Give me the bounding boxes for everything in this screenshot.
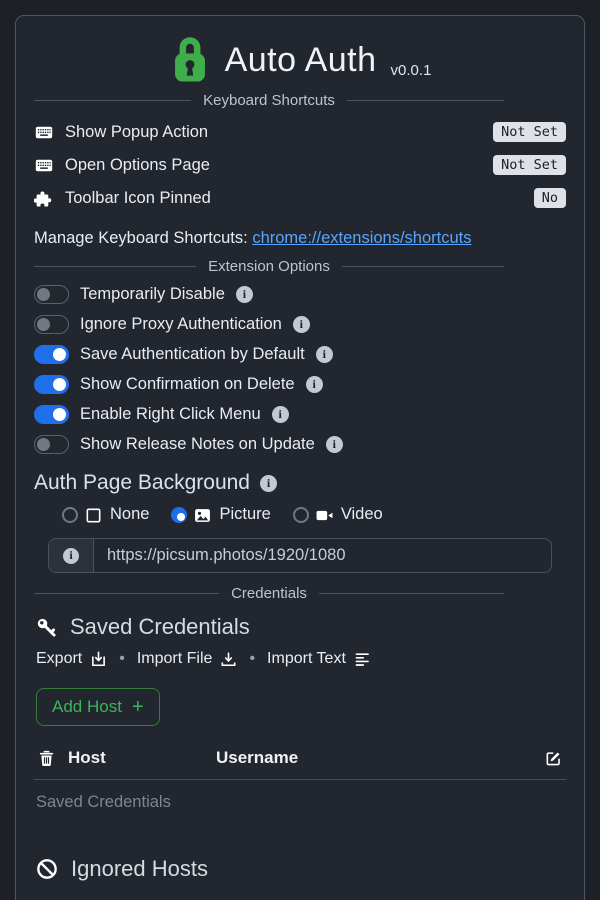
- info-icon[interactable]: i: [293, 316, 310, 333]
- saved-credentials-title: Saved Credentials: [70, 614, 250, 640]
- edit-icon[interactable]: [545, 749, 562, 767]
- lock-icon: [169, 34, 211, 86]
- shortcut-value-badge: Not Set: [493, 155, 566, 175]
- option-label: Show Release Notes on Update: [80, 435, 315, 454]
- manage-shortcuts-label: Manage Keyboard Shortcuts:: [34, 229, 248, 247]
- page-header: Auto Auth v0.0.1: [34, 28, 566, 88]
- info-icon[interactable]: i: [236, 286, 253, 303]
- option-row-temporarily-disable: Temporarily Disable i: [34, 283, 566, 305]
- info-icon[interactable]: i: [316, 346, 333, 363]
- temporarily-disable-toggle[interactable]: [34, 285, 69, 304]
- add-host-label: Add Host: [52, 697, 122, 717]
- puzzle-icon: [34, 190, 54, 207]
- option-label: Ignore Proxy Authentication: [80, 315, 282, 334]
- slash-circle-icon: [36, 858, 58, 880]
- option-label: Show Confirmation on Delete: [80, 375, 295, 394]
- keyboard-shortcuts-divider: Keyboard Shortcuts: [34, 92, 504, 109]
- host-column-header: Host: [68, 748, 216, 768]
- shortcut-label: Show Popup Action: [65, 123, 208, 142]
- url-info-addon[interactable]: i: [49, 539, 94, 572]
- version-label: v0.0.1: [391, 62, 432, 86]
- auth-background-heading-row: Auth Page Background i: [34, 471, 566, 495]
- keyboard-shortcuts-label: Keyboard Shortcuts: [203, 92, 335, 109]
- import-text-label: Import Text: [267, 650, 346, 668]
- none-radio[interactable]: [62, 507, 78, 523]
- options-page-card: Auto Auth v0.0.1 Keyboard Shortcuts Show…: [15, 15, 585, 900]
- credentials-table-header: Host Username: [34, 742, 566, 780]
- info-icon[interactable]: i: [260, 475, 277, 492]
- manage-shortcuts-link[interactable]: chrome://extensions/shortcuts: [252, 229, 471, 247]
- shortcut-label: Open Options Page: [65, 156, 210, 175]
- option-row-ignore-proxy: Ignore Proxy Authentication i: [34, 313, 566, 335]
- add-host-button[interactable]: Add Host +: [36, 688, 160, 726]
- info-icon[interactable]: i: [326, 436, 343, 453]
- choice-picture[interactable]: Picture: [171, 505, 270, 524]
- confirm-delete-toggle[interactable]: [34, 375, 69, 394]
- auth-background-choices: None Picture Video: [62, 505, 566, 524]
- background-url-inputgroup: i: [48, 538, 552, 573]
- shortcut-value-badge: No: [534, 188, 566, 208]
- page-title: Auto Auth: [225, 41, 377, 80]
- option-label: Temporarily Disable: [80, 285, 225, 304]
- shortcut-row-show-popup: Show Popup Action Not Set: [34, 122, 566, 142]
- ignored-hosts-table-header: Host: [48, 892, 566, 900]
- info-icon: i: [63, 548, 79, 564]
- option-row-save-auth-default: Save Authentication by Default i: [34, 343, 566, 365]
- credentials-actions-row: Export • Import File • Import Text: [36, 650, 566, 668]
- ignored-hosts-heading-row: Ignored Hosts: [36, 856, 566, 882]
- save-auth-default-toggle[interactable]: [34, 345, 69, 364]
- option-row-confirm-delete: Show Confirmation on Delete i: [34, 373, 566, 395]
- image-icon: [194, 507, 212, 523]
- plus-icon: +: [132, 700, 144, 714]
- picture-radio[interactable]: [171, 507, 187, 523]
- video-radio[interactable]: [293, 507, 309, 523]
- import-file-link[interactable]: Import File: [137, 650, 238, 668]
- username-column-header: Username: [216, 748, 545, 768]
- release-notes-toggle[interactable]: [34, 435, 69, 454]
- option-row-release-notes: Show Release Notes on Update i: [34, 433, 566, 455]
- camera-video-icon: [316, 507, 334, 523]
- shortcut-value-badge: Not Set: [493, 122, 566, 142]
- background-url-input[interactable]: [94, 539, 551, 572]
- ignore-proxy-toggle[interactable]: [34, 315, 69, 334]
- option-label: Save Authentication by Default: [80, 345, 305, 364]
- separator-dot: •: [119, 650, 125, 668]
- download-icon: [220, 651, 237, 668]
- choice-label: Video: [341, 505, 383, 524]
- text-left-icon: [354, 651, 371, 668]
- saved-credentials-heading-row: Saved Credentials: [36, 614, 566, 640]
- choice-label: Picture: [219, 505, 270, 524]
- box-arrow-down-icon: [90, 651, 107, 668]
- keyboard-icon: [34, 124, 54, 141]
- option-label: Enable Right Click Menu: [80, 405, 261, 424]
- choice-label: None: [110, 505, 149, 524]
- auth-background-title: Auth Page Background: [34, 471, 250, 495]
- square-icon: [85, 507, 103, 523]
- import-file-label: Import File: [137, 650, 213, 668]
- extension-options-label: Extension Options: [208, 258, 330, 275]
- separator-dot: •: [249, 650, 255, 668]
- credentials-divider: Credentials: [34, 585, 504, 602]
- saved-credentials-empty-text: Saved Credentials: [36, 793, 566, 812]
- info-icon[interactable]: i: [272, 406, 289, 423]
- trash-icon[interactable]: [38, 749, 55, 767]
- manage-shortcuts-row: Manage Keyboard Shortcuts: chrome://exte…: [34, 229, 566, 248]
- export-label: Export: [36, 650, 82, 668]
- key-icon: [36, 617, 57, 638]
- choice-video[interactable]: Video: [293, 505, 383, 524]
- info-icon[interactable]: i: [306, 376, 323, 393]
- credentials-label: Credentials: [231, 585, 307, 602]
- ignored-hosts-title: Ignored Hosts: [71, 856, 208, 882]
- keyboard-icon: [34, 157, 54, 174]
- right-click-menu-toggle[interactable]: [34, 405, 69, 424]
- choice-none[interactable]: None: [62, 505, 149, 524]
- import-text-link[interactable]: Import Text: [267, 650, 371, 668]
- shortcut-row-open-options: Open Options Page Not Set: [34, 155, 566, 175]
- shortcut-label: Toolbar Icon Pinned: [65, 189, 211, 208]
- extension-options-divider: Extension Options: [34, 258, 504, 275]
- shortcut-row-toolbar-pinned: Toolbar Icon Pinned No: [34, 188, 566, 208]
- export-link[interactable]: Export: [36, 650, 107, 668]
- option-row-right-click-menu: Enable Right Click Menu i: [34, 403, 566, 425]
